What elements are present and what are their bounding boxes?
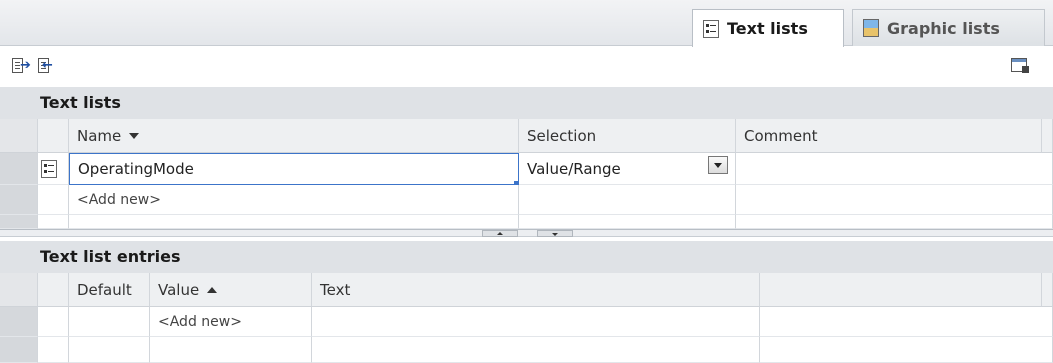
- row-header: [0, 307, 38, 337]
- text-list-icon: [703, 19, 719, 38]
- empty-cell: [760, 337, 1053, 363]
- icon-column-header: [38, 119, 69, 153]
- empty-cell: [736, 215, 1053, 229]
- empty-cell: [38, 337, 69, 363]
- empty-cell: [736, 185, 1053, 215]
- column-header-comment[interactable]: Comment: [736, 119, 1042, 153]
- collapse-up-button[interactable]: [482, 230, 518, 237]
- selection-dropdown-button[interactable]: [708, 156, 728, 174]
- empty-cell: [38, 215, 69, 229]
- sort-ascending-icon: [207, 286, 218, 293]
- add-new-cell[interactable]: <Add new>: [69, 185, 519, 215]
- column-label: Comment: [744, 126, 818, 145]
- column-label: Value: [158, 280, 200, 299]
- column-label: Default: [77, 280, 132, 299]
- empty-cell: [760, 307, 1053, 337]
- add-new-cell[interactable]: <Add new>: [150, 307, 312, 337]
- column-label: Selection: [527, 126, 597, 145]
- empty-cell: [69, 215, 519, 229]
- add-row-button[interactable]: ←: [37, 57, 57, 75]
- row-header: [0, 215, 38, 229]
- column-header-value[interactable]: Value: [150, 273, 312, 307]
- column-header-text[interactable]: Text: [312, 273, 760, 307]
- text-lists-header: Text lists: [0, 87, 1053, 119]
- text-list-icon: [41, 159, 57, 178]
- lock-icon: [1022, 66, 1029, 73]
- arrow-left-icon: ←: [42, 58, 53, 73]
- tab-bar: Text lists Graphic lists: [0, 0, 1053, 47]
- text-list-entries-header: Text list entries: [0, 241, 1053, 273]
- table-header-row: Default Value Text: [0, 273, 1053, 307]
- column-header-filler: [1042, 119, 1053, 153]
- row-header-corner: [0, 273, 38, 307]
- text-cell[interactable]: [312, 307, 760, 337]
- row-icon-cell: [38, 153, 69, 185]
- column-header-filler: [1042, 273, 1053, 307]
- selection-value: Value/Range: [527, 159, 621, 178]
- row-header[interactable]: [0, 153, 38, 185]
- empty-cell: [519, 185, 736, 215]
- column-header-filler: [760, 273, 1042, 307]
- empty-row: [0, 337, 1053, 363]
- column-label: Name: [77, 126, 122, 145]
- add-new-row[interactable]: <Add new>: [0, 307, 1053, 337]
- tab-text-lists[interactable]: Text lists: [692, 9, 844, 47]
- add-new-label: <Add new>: [158, 313, 242, 330]
- insert-row-button[interactable]: ➔: [11, 57, 31, 75]
- table-header-row: Name Selection Comment: [0, 119, 1053, 153]
- icon-column-header: [38, 273, 69, 307]
- row-icon-cell: [38, 185, 69, 215]
- empty-cell: [150, 337, 312, 363]
- comment-cell[interactable]: [736, 153, 1053, 185]
- empty-cell: [69, 337, 150, 363]
- empty-cell: [519, 215, 736, 229]
- collapse-down-button[interactable]: [537, 230, 573, 237]
- column-label: Text: [320, 280, 351, 299]
- tab-label: Graphic lists: [887, 18, 1000, 38]
- table-row[interactable]: OperatingMode Value/Range: [0, 153, 1053, 185]
- add-new-row[interactable]: <Add new>: [0, 185, 1053, 215]
- row-header-corner: [0, 119, 38, 153]
- pane-splitter[interactable]: [0, 229, 1053, 237]
- toolbar: ➔ ←: [0, 47, 1053, 87]
- graphic-list-icon: [863, 19, 879, 37]
- column-header-name[interactable]: Name: [69, 119, 519, 153]
- default-cell[interactable]: [69, 307, 150, 337]
- empty-row: [0, 215, 1053, 229]
- selection-cell[interactable]: Value/Range: [519, 153, 736, 185]
- row-header: [0, 185, 38, 215]
- empty-cell: [38, 307, 69, 337]
- arrow-right-icon: ➔: [20, 58, 31, 73]
- add-new-label: <Add new>: [77, 191, 161, 208]
- name-value: OperatingMode: [78, 160, 194, 178]
- window-settings-button[interactable]: [1009, 55, 1031, 77]
- column-header-default[interactable]: Default: [69, 273, 150, 307]
- name-cell[interactable]: OperatingMode: [69, 153, 519, 185]
- column-header-selection[interactable]: Selection: [519, 119, 736, 153]
- tab-label: Text lists: [727, 19, 808, 38]
- sort-descending-icon: [129, 132, 140, 139]
- empty-cell: [312, 337, 760, 363]
- tab-graphic-lists[interactable]: Graphic lists: [852, 9, 1045, 46]
- row-header: [0, 337, 38, 363]
